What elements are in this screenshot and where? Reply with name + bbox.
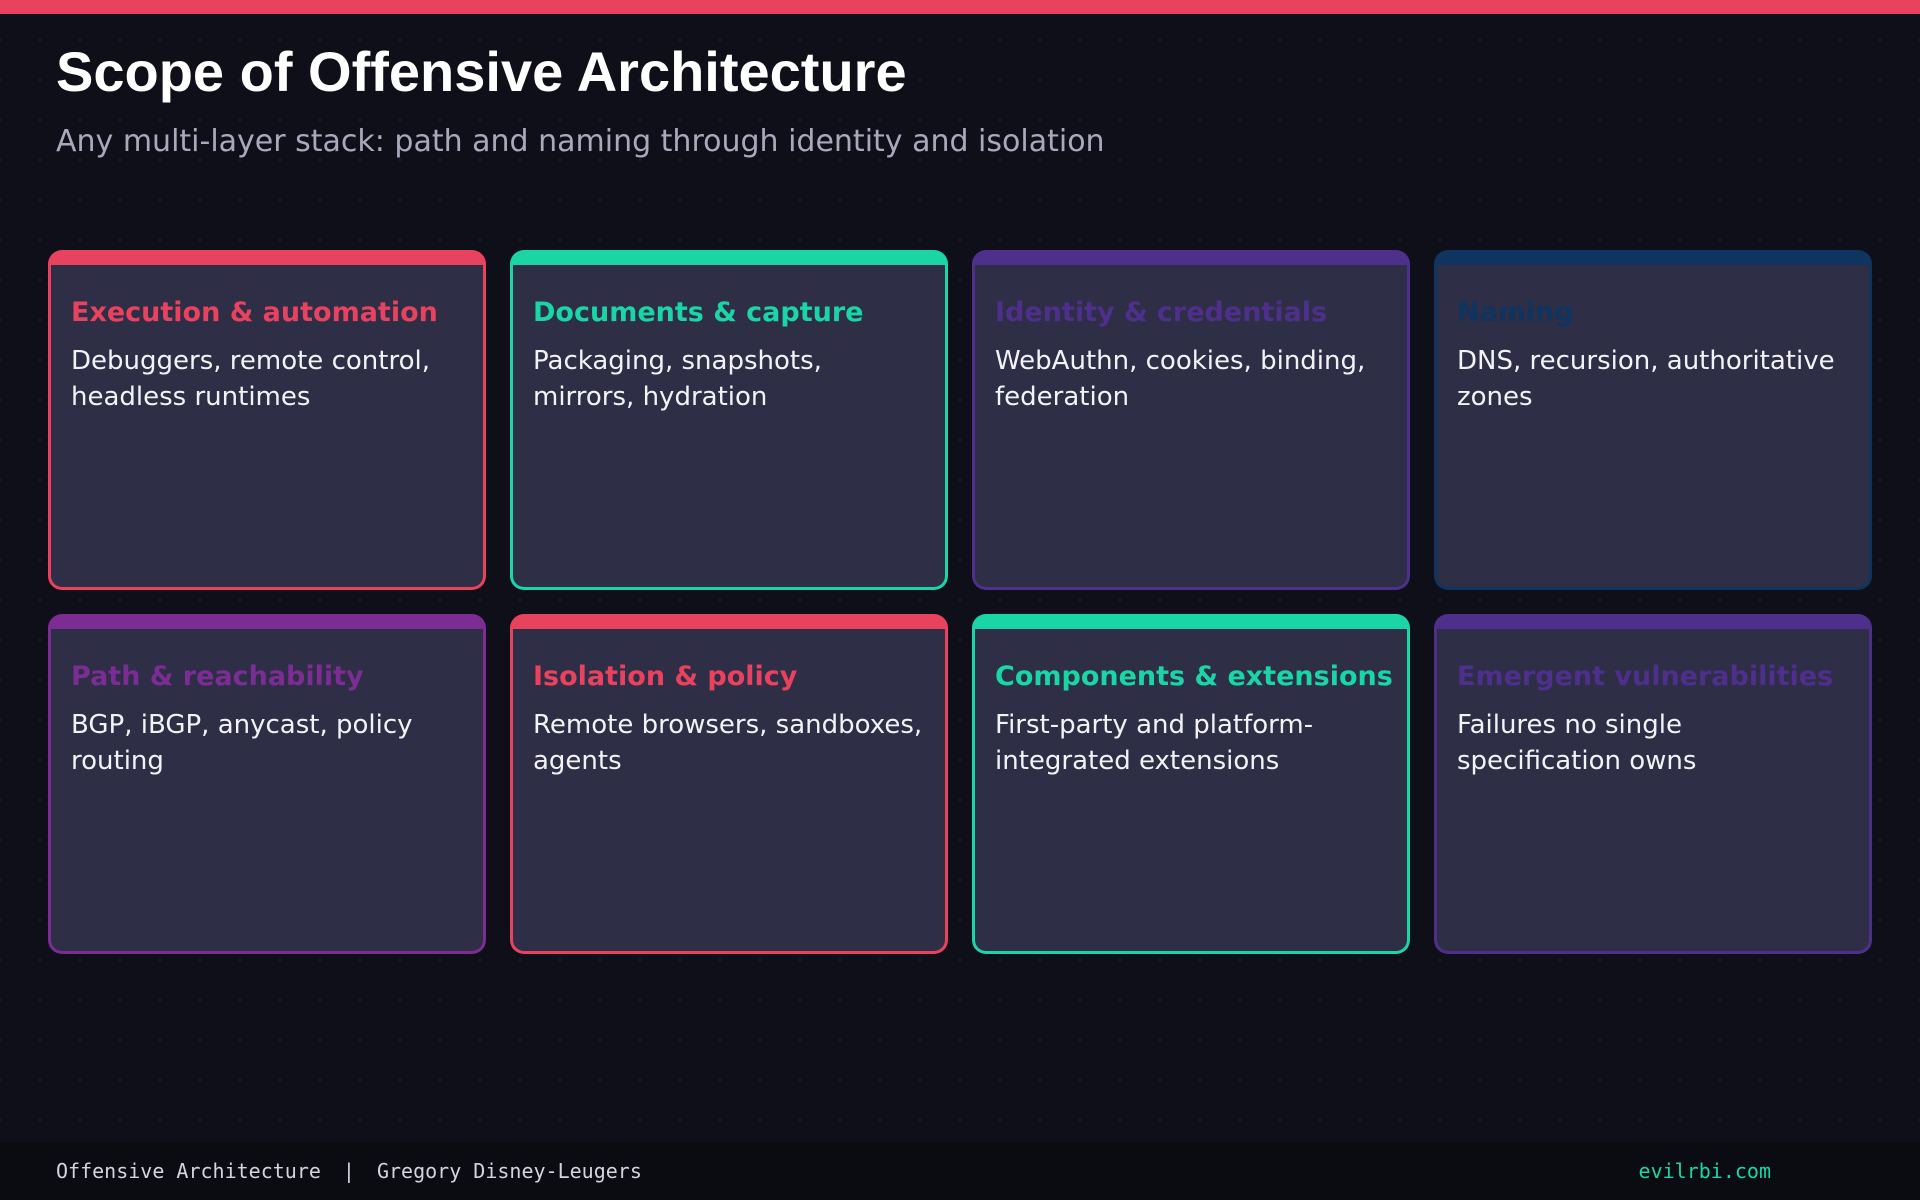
card-description: Remote browsers, sandboxes, agents (533, 710, 923, 776)
card-emergent-vulnerabilities: Emergent vulnerabilities Failures no sin… (1434, 614, 1872, 954)
card-title: Emergent vulnerabilities (1457, 661, 1834, 692)
footer-course-name: Offensive Architecture (56, 1159, 321, 1183)
card-description: BGP, iBGP, anycast, policy routing (71, 710, 413, 776)
card-isolation-policy: Isolation & policy Remote browsers, sand… (510, 614, 948, 954)
card-identity-credentials: Identity & credentials WebAuthn, cookies… (972, 250, 1410, 590)
footer-site-link[interactable]: evilrbi.com (1639, 1142, 1771, 1200)
card-title: Isolation & policy (533, 661, 798, 692)
card-documents-capture: Documents & capture Packaging, snapshots… (510, 250, 948, 590)
slide-title: Scope of Offensive Architecture (56, 40, 907, 103)
footer-separator: | (342, 1159, 355, 1183)
card-execution-automation: Execution & automation Debuggers, remote… (48, 250, 486, 590)
card-description: Packaging, snapshots, mirrors, hydration (533, 346, 822, 412)
card-title: Execution & automation (71, 297, 438, 328)
card-description: WebAuthn, cookies, binding, federation (995, 346, 1366, 412)
footer-author: Gregory Disney-Leugers (376, 1159, 642, 1183)
footer-credits: Offensive Architecture | Gregory Disney-Le… (56, 1142, 642, 1200)
card-description: First-party and platform-integrated exte… (995, 710, 1314, 776)
top-accent-bar (0, 0, 1920, 14)
card-title: Identity & credentials (995, 297, 1328, 328)
scope-card-grid: Execution & automation Debuggers, remote… (48, 250, 1873, 954)
card-components-extensions: Components & extensions First-party and … (972, 614, 1410, 954)
card-title: Path & reachability (71, 661, 364, 692)
card-description: Failures no single specification owns (1457, 710, 1697, 776)
card-title: Components & extensions (995, 661, 1393, 692)
card-description: Debuggers, remote control, headless runt… (71, 346, 430, 412)
card-naming: Naming DNS, recursion, authoritative zon… (1434, 250, 1872, 590)
card-path-reachability: Path & reachability BGP, iBGP, anycast, … (48, 614, 486, 954)
card-title: Documents & capture (533, 297, 864, 328)
slide-subtitle: Any multi-layer stack: path and naming t… (56, 124, 1105, 159)
footer-bar: Offensive Architecture | Gregory Disney-Le… (0, 1142, 1920, 1200)
card-description: DNS, recursion, authoritative zones (1457, 346, 1835, 412)
card-title: Naming (1457, 297, 1574, 328)
